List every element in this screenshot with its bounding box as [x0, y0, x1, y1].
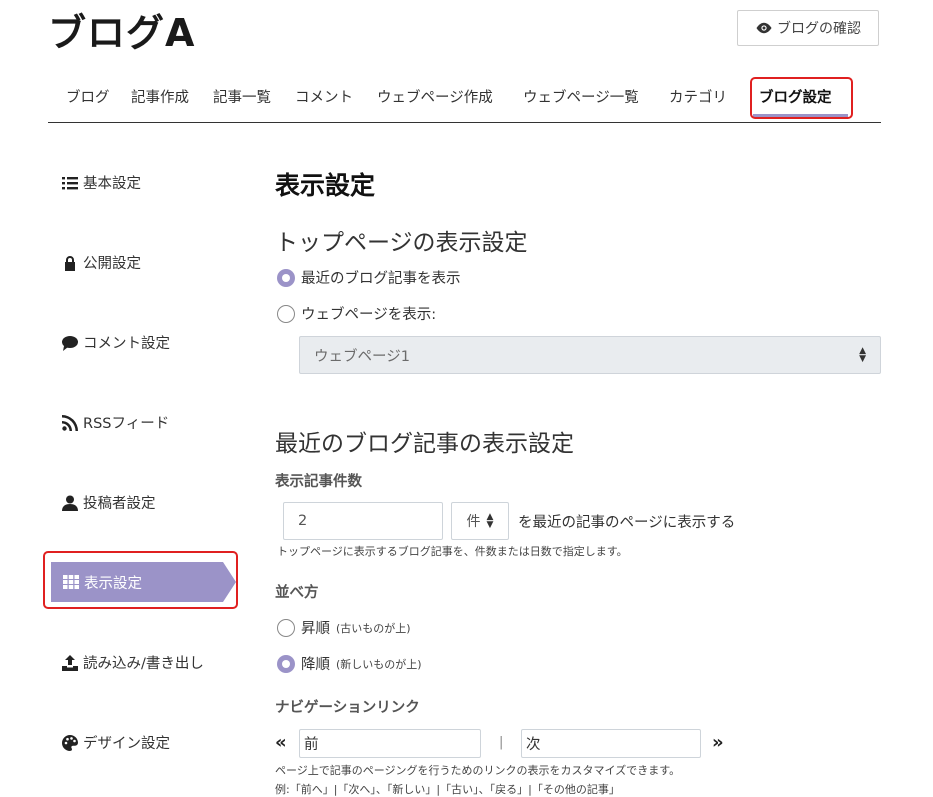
- sidebar-item-import-export[interactable]: 読み込み/書き出し: [62, 652, 204, 673]
- lock-icon: [65, 255, 75, 271]
- preview-button-label: ブログの確認: [777, 21, 861, 37]
- sidebar-item-basic[interactable]: 基本設定: [62, 172, 141, 193]
- radio-ascending[interactable]: 昇順 (古いものが上): [277, 617, 411, 638]
- count-help-text: トップページに表示するブログ記事を、件数または日数で指定します。: [277, 545, 628, 558]
- radio-webpage[interactable]: ウェブページを表示:: [277, 303, 436, 324]
- radio-label: 最近のブログ記事を表示: [301, 271, 461, 287]
- rss-icon: [62, 414, 78, 431]
- list-icon: [62, 176, 78, 189]
- nav-new-post[interactable]: 記事作成: [131, 86, 189, 107]
- sidebar-item-label: 公開設定: [83, 256, 141, 272]
- palette-icon: [62, 734, 78, 751]
- radio-button[interactable]: [277, 304, 295, 323]
- comment-icon: [62, 335, 78, 351]
- select-arrows-icon: ▲ ▼: [486, 512, 494, 530]
- radio-recent-posts[interactable]: 最近のブログ記事を表示: [277, 267, 461, 288]
- nav-help-text: ページ上で記事のページングを行うためのリンクの表示をカスタマイズできます。: [275, 764, 681, 777]
- highlight-box-nav: [750, 77, 853, 119]
- nav-comments[interactable]: コメント: [295, 86, 353, 107]
- sidebar-item-label: 投稿者設定: [83, 496, 156, 512]
- sidebar-item-publish[interactable]: 公開設定: [62, 252, 141, 273]
- next-link-input[interactable]: 次: [521, 729, 701, 758]
- nav-links-label: ナビゲーションリンク: [275, 700, 420, 716]
- prev-link-input[interactable]: 前: [299, 729, 481, 758]
- sidebar-item-label: コメント設定: [83, 336, 170, 352]
- nav-example-text: 例:「前へ」|「次へ」、「新しい」|「古い」、「戻る」|「その他の記事」: [275, 783, 620, 796]
- sidebar-item-rss[interactable]: RSSフィード: [62, 412, 169, 433]
- nav-new-webpage[interactable]: ウェブページ作成: [377, 86, 493, 107]
- count-label: 表示記事件数: [275, 474, 362, 490]
- double-left-arrow-icon: «: [275, 732, 287, 753]
- sidebar-item-label: 基本設定: [83, 176, 141, 192]
- site-title: ブログA: [48, 11, 196, 55]
- double-right-arrow-icon: »: [712, 732, 724, 753]
- upload-icon: [62, 654, 78, 671]
- radio-note: (新しいものが上): [336, 657, 422, 671]
- highlight-box-sidebar: [43, 551, 238, 609]
- nav-post-list[interactable]: 記事一覧: [213, 86, 271, 107]
- sidebar-item-author[interactable]: 投稿者設定: [62, 492, 156, 513]
- radio-label: 降順: [301, 657, 330, 673]
- preview-blog-button[interactable]: ブログの確認: [737, 10, 879, 46]
- radio-button-checked[interactable]: [277, 268, 295, 287]
- radio-button-checked[interactable]: [277, 654, 295, 673]
- link-separator: |: [499, 735, 504, 750]
- order-label: 並べ方: [275, 585, 319, 601]
- sidebar-item-comment[interactable]: コメント設定: [62, 332, 170, 353]
- radio-note: (古いものが上): [336, 621, 411, 635]
- nav-webpage-list[interactable]: ウェブページ一覧: [523, 86, 639, 107]
- unit-select-value: 件: [466, 514, 481, 530]
- webpage-select[interactable]: ウェブページ1 ▲ ▼: [299, 336, 881, 374]
- nav-blog[interactable]: ブログ: [66, 86, 110, 107]
- select-arrows-icon: ▲ ▼: [859, 346, 866, 364]
- select-value: ウェブページ1: [314, 348, 410, 365]
- sidebar-item-label: RSSフィード: [83, 416, 170, 432]
- radio-label: ウェブページを表示:: [301, 307, 437, 323]
- user-icon: [62, 495, 78, 511]
- radio-label: 昇順: [301, 621, 330, 637]
- count-suffix: を最近の記事のページに表示する: [518, 515, 736, 531]
- radio-button[interactable]: [277, 618, 295, 637]
- recent-posts-heading: 最近のブログ記事の表示設定: [275, 431, 574, 457]
- post-count-input[interactable]: 2: [283, 502, 443, 540]
- page-title: 表示設定: [275, 171, 376, 200]
- nav-category[interactable]: カテゴリ: [669, 86, 727, 107]
- sidebar-item-design[interactable]: デザイン設定: [62, 732, 170, 753]
- unit-select[interactable]: 件 ▲ ▼: [451, 502, 509, 540]
- sidebar-item-label: デザイン設定: [83, 736, 170, 752]
- radio-descending[interactable]: 降順 (新しいものが上): [277, 653, 422, 674]
- eye-icon: [756, 22, 772, 34]
- sidebar-item-label: 読み込み/書き出し: [83, 656, 204, 672]
- top-page-heading: トップページの表示設定: [275, 230, 528, 256]
